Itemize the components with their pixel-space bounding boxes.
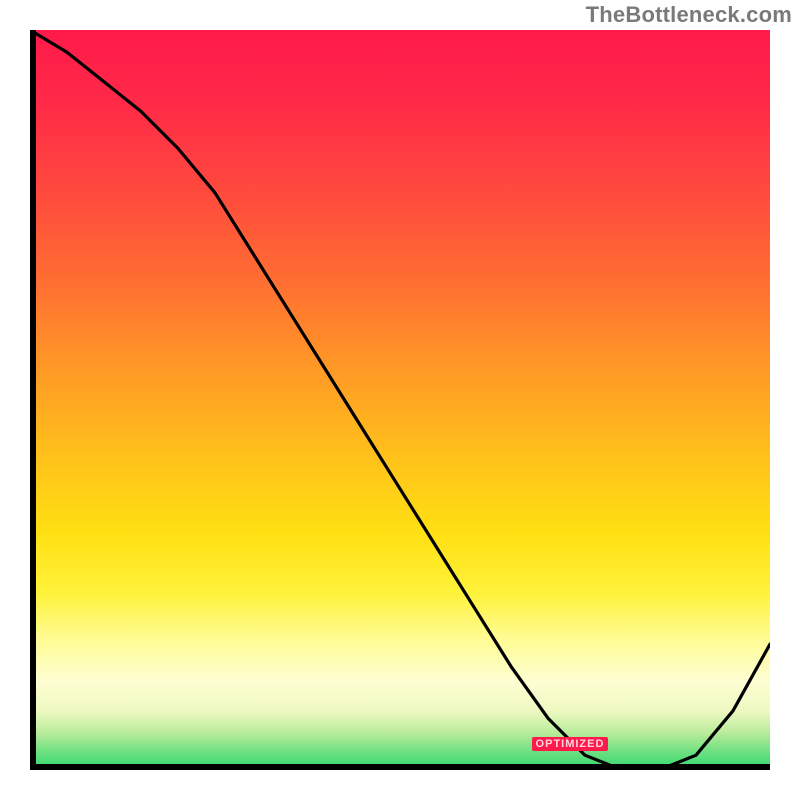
- chart-stage: TheBottleneck.com OPTIMIZED: [0, 0, 800, 800]
- bottleneck-curve-path: [30, 30, 770, 770]
- bottleneck-curve-svg: [30, 30, 770, 770]
- watermark-text: TheBottleneck.com: [586, 2, 792, 28]
- plot-area: OPTIMIZED: [30, 30, 770, 770]
